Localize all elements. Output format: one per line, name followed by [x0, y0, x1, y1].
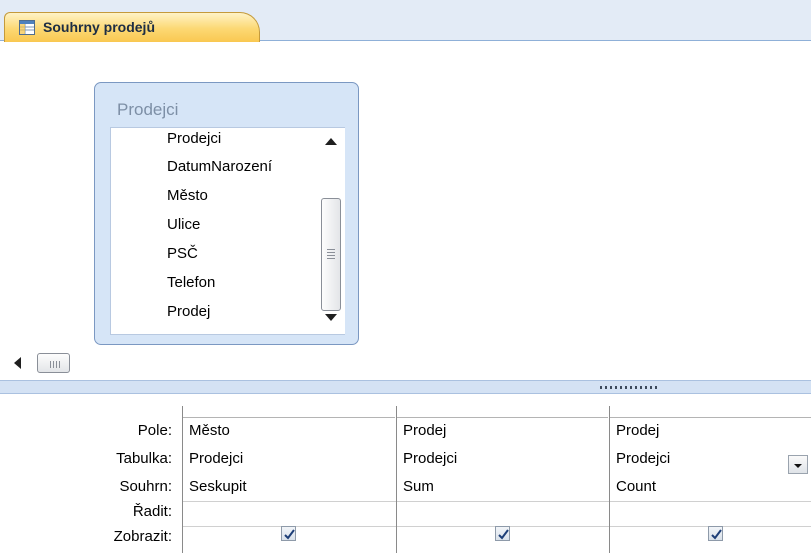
- grid-column[interactable]: Prodej Prodejci Sum: [396, 406, 608, 553]
- pane-horizontal-scrollbar[interactable]: [0, 347, 811, 380]
- row-header-pole: Pole:: [137, 422, 172, 439]
- row-headers: Pole: Tabulka: Souhrn: Řadit: Zobrazit:: [0, 394, 182, 553]
- document-tab-strip: Souhrny prodejů: [0, 0, 811, 42]
- field-list-scrollbar[interactable]: [317, 128, 345, 334]
- column-selector[interactable]: [397, 406, 608, 418]
- checkmark-icon: [284, 529, 295, 540]
- field-list[interactable]: Prodejci DatumNarození Město Ulice PSČ T…: [110, 127, 345, 335]
- horizontal-scroll-thumb[interactable]: [37, 353, 70, 373]
- table-title[interactable]: Prodejci: [117, 100, 178, 120]
- row-header-radit: Řadit:: [132, 503, 172, 520]
- row-header-tabulka: Tabulka:: [116, 450, 172, 467]
- query-design-grid: Pole: Tabulka: Souhrn: Řadit: Zobrazit: …: [0, 394, 811, 553]
- tab-label: Souhrny prodejů: [43, 19, 155, 35]
- cell-tabulka[interactable]: Prodejci: [403, 450, 457, 467]
- field-item[interactable]: DatumNarození: [167, 158, 272, 175]
- column-selector[interactable]: [610, 406, 811, 418]
- grip-line: [53, 361, 54, 368]
- grip-line: [327, 255, 335, 256]
- field-item[interactable]: Prodejci: [167, 130, 221, 147]
- field-item[interactable]: Telefon: [167, 274, 215, 291]
- tab-souhrny-prodeju[interactable]: Souhrny prodejů: [4, 12, 260, 42]
- field-item[interactable]: Ulice: [167, 216, 200, 233]
- grid-column[interactable]: Prodej Prodejci Count: [609, 406, 811, 553]
- scroll-up-arrow-icon[interactable]: [325, 138, 337, 145]
- grip-line: [327, 249, 335, 250]
- scroll-down-arrow-icon[interactable]: [325, 314, 337, 321]
- cell-pole[interactable]: Město: [189, 422, 230, 439]
- column-selector[interactable]: [183, 406, 395, 418]
- table-pane: Prodejci Prodejci DatumNarození Město Ul…: [0, 42, 811, 347]
- grip-line: [56, 361, 57, 368]
- show-checkbox[interactable]: [495, 526, 510, 541]
- cell-souhrn[interactable]: Sum: [403, 478, 434, 495]
- grip-line: [50, 361, 51, 368]
- splitter-grip-icon[interactable]: [600, 386, 658, 389]
- cell-tabulka[interactable]: Prodejci: [616, 450, 670, 467]
- pane-splitter[interactable]: [0, 380, 811, 394]
- chevron-down-icon: [794, 464, 802, 468]
- query-icon: [19, 20, 35, 35]
- scroll-left-arrow-icon[interactable]: [14, 357, 21, 369]
- table-prodejci[interactable]: Prodejci Prodejci DatumNarození Město Ul…: [94, 82, 359, 345]
- show-checkbox[interactable]: [281, 526, 296, 541]
- cell-pole[interactable]: Prodej: [403, 422, 446, 439]
- tabulka-dropdown-button[interactable]: [788, 455, 808, 474]
- field-item[interactable]: Město: [167, 187, 208, 204]
- grip-line: [327, 258, 335, 259]
- cell-pole[interactable]: Prodej: [616, 422, 659, 439]
- field-item[interactable]: Prodej: [167, 303, 210, 320]
- checkmark-icon: [498, 529, 509, 540]
- row-header-souhrn: Souhrn:: [119, 478, 172, 495]
- show-checkbox[interactable]: [708, 526, 723, 541]
- cell-souhrn[interactable]: Count: [616, 478, 656, 495]
- cell-souhrn[interactable]: Seskupit: [189, 478, 247, 495]
- grip-line: [327, 252, 335, 253]
- field-item[interactable]: PSČ: [167, 245, 198, 262]
- grid-column[interactable]: Město Prodejci Seskupit: [182, 406, 395, 553]
- scroll-thumb[interactable]: [321, 198, 341, 311]
- checkmark-icon: [711, 529, 722, 540]
- row-header-zobrazit: Zobrazit:: [113, 528, 172, 545]
- cell-tabulka[interactable]: Prodejci: [189, 450, 243, 467]
- grip-line: [59, 361, 60, 368]
